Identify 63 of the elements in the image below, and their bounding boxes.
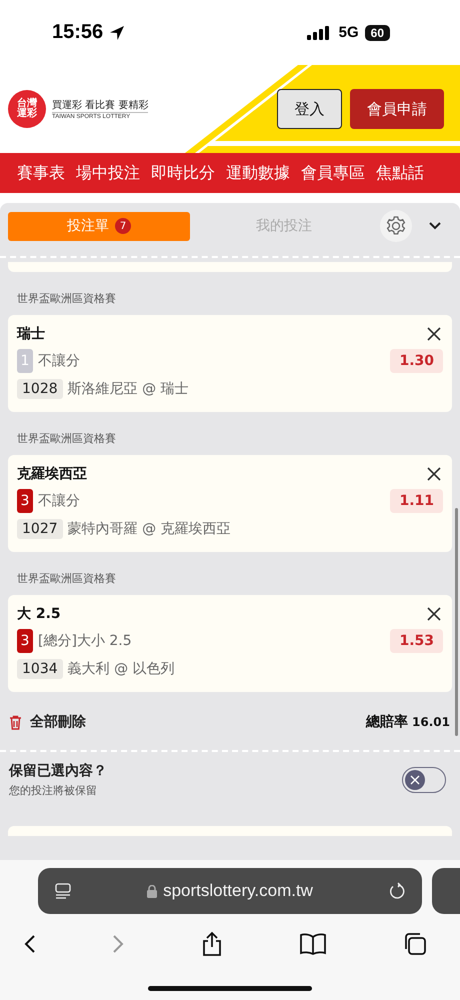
nav-link[interactable]: 即時比分 bbox=[151, 162, 215, 184]
back-icon[interactable] bbox=[24, 934, 36, 954]
nav-link[interactable]: 賽事表 bbox=[17, 162, 65, 184]
book-icon[interactable] bbox=[298, 933, 327, 955]
match-code: 1027 bbox=[17, 519, 63, 539]
bet-title: 克羅埃西亞 bbox=[17, 465, 88, 483]
close-icon[interactable] bbox=[427, 467, 441, 481]
match-code: 1034 bbox=[17, 659, 63, 679]
delete-all-button[interactable]: 全部刪除 bbox=[9, 713, 86, 731]
nav-link[interactable]: 場中投注 bbox=[76, 162, 140, 184]
tab[interactable]: 投注單 7 bbox=[8, 212, 190, 240]
odds-value: 1.11 bbox=[390, 489, 443, 513]
market-label: 不讓分 bbox=[38, 492, 80, 510]
register-button[interactable]: 會員申請 bbox=[350, 89, 444, 129]
match-name: 義大利 @ 以色列 bbox=[68, 660, 175, 678]
selection-number: 3 bbox=[17, 629, 33, 653]
logo-emblem: 台灣運彩 bbox=[8, 90, 46, 128]
network-label: 5G bbox=[338, 24, 359, 41]
settings-icon[interactable] bbox=[380, 210, 412, 242]
close-icon[interactable] bbox=[427, 327, 441, 341]
trash-icon bbox=[9, 714, 22, 730]
odds-value: 1.53 bbox=[390, 629, 443, 653]
share-icon[interactable] bbox=[200, 931, 222, 957]
clock-time: 15:56 bbox=[52, 21, 104, 44]
selection-number: 3 bbox=[17, 489, 33, 513]
battery-indicator: 60 bbox=[364, 24, 390, 40]
match-name: 蒙特內哥羅 @ 克羅埃西亞 bbox=[68, 520, 231, 538]
total-odds-label: 總賠率 bbox=[366, 713, 408, 731]
bet-title: 瑞士 bbox=[17, 325, 46, 343]
logo-tagline: 買運彩 看比賽 要精彩 bbox=[52, 98, 148, 113]
cross-icon bbox=[410, 775, 420, 785]
scrollbar[interactable] bbox=[455, 508, 458, 736]
nav-link[interactable]: 焦點話 bbox=[376, 162, 424, 184]
address-bar[interactable]: sportslottery.com.tw bbox=[38, 868, 422, 914]
total-odds-value: 16.01 bbox=[412, 715, 450, 729]
nav-link[interactable]: 會員專區 bbox=[301, 162, 365, 184]
keep-selection-subtitle: 您的投注將被保留 bbox=[9, 783, 98, 798]
tab-preview[interactable] bbox=[432, 868, 460, 914]
delete-all-label: 全部刪除 bbox=[30, 713, 86, 731]
tabs-icon[interactable] bbox=[403, 932, 427, 956]
count-badge: 7 bbox=[115, 218, 131, 234]
reload-icon[interactable] bbox=[388, 882, 406, 900]
toggle-switch[interactable] bbox=[402, 767, 446, 793]
tab-label: 投注單 bbox=[67, 217, 109, 235]
chevron-down-icon[interactable] bbox=[428, 221, 442, 231]
close-icon[interactable] bbox=[427, 607, 441, 621]
league-name: 世界盃歐洲區資格賽 bbox=[17, 431, 117, 446]
match-code: 1028 bbox=[17, 379, 63, 399]
market-label: 不讓分 bbox=[38, 352, 80, 370]
league-name: 世界盃歐洲區資格賽 bbox=[17, 571, 117, 586]
reader-icon[interactable] bbox=[54, 882, 72, 900]
location-arrow-icon bbox=[109, 24, 126, 40]
odds-value: 1.30 bbox=[390, 349, 443, 373]
market-label: [總分]大小 2.5 bbox=[38, 632, 132, 650]
bet-title: 大 2.5 bbox=[17, 605, 62, 623]
login-button[interactable]: 登入 bbox=[277, 89, 342, 129]
match-name: 斯洛維尼亞 @ 瑞士 bbox=[68, 380, 189, 398]
lock-icon bbox=[147, 884, 158, 898]
league-name: 世界盃歐洲區資格賽 bbox=[17, 291, 117, 306]
signal-icon bbox=[306, 26, 329, 40]
url-text: sportslottery.com.tw bbox=[163, 881, 313, 901]
keep-selection-title: 保留已選內容？ bbox=[9, 762, 108, 780]
nav-link[interactable]: 運動數據 bbox=[226, 162, 290, 184]
